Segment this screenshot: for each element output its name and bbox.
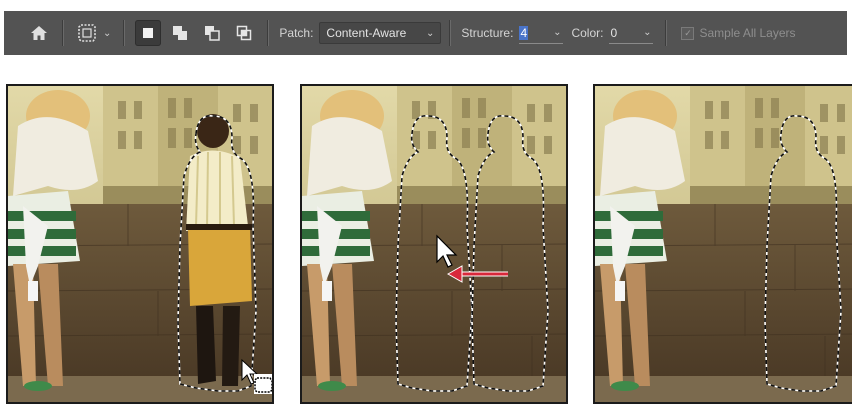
structure-input[interactable]: 4 ⌄ [519,22,564,44]
options-bar: ⌄ Patch: Content-Aware ⌄ Structure: 4 ⌄ … [4,11,847,55]
chevron-down-icon: ⌄ [426,27,435,39]
intersect-selection-button[interactable] [231,20,257,46]
step-panel-result [593,84,852,404]
structure-label: Structure: [461,26,514,40]
chevron-down-icon: ⌄ [553,27,562,38]
step-panel-drag [300,84,568,404]
separator [62,20,64,46]
intersect-selection-icon [237,25,252,41]
separator [123,20,126,46]
photo-step-1 [8,86,272,402]
patch-label: Patch: [279,26,314,40]
tool-preset-picker[interactable]: ⌄ [76,22,111,44]
chevron-down-icon: ⌄ [103,27,112,39]
new-selection-icon [143,28,154,38]
add-to-selection-button[interactable] [167,20,193,46]
subtract-from-selection-button[interactable] [199,20,225,46]
add-to-selection-icon [173,26,188,40]
photo-step-3 [595,86,852,402]
sample-all-layers-checkbox[interactable]: ✓ [681,26,695,40]
separator [449,20,452,46]
patch-tool-icon [78,24,96,42]
new-selection-button[interactable] [135,20,162,46]
patch-cursor-icon [254,374,272,394]
structure-value: 4 [519,25,529,40]
sample-all-layers-label: Sample All Layers [699,26,796,40]
home-icon [31,26,47,40]
color-input[interactable]: 0 ⌄ [609,22,654,44]
chevron-down-icon: ⌄ [643,27,652,38]
color-value: 0 [610,25,618,40]
separator [267,20,270,46]
patch-mode-value: Content-Aware [326,26,407,40]
color-label: Color: [571,26,604,40]
patch-mode-select[interactable]: Content-Aware ⌄ [319,22,442,44]
step-panel-select [6,84,274,404]
photo-step-2 [302,86,566,402]
home-button[interactable] [26,20,52,46]
separator [665,20,668,46]
subtract-from-selection-icon [205,26,221,41]
